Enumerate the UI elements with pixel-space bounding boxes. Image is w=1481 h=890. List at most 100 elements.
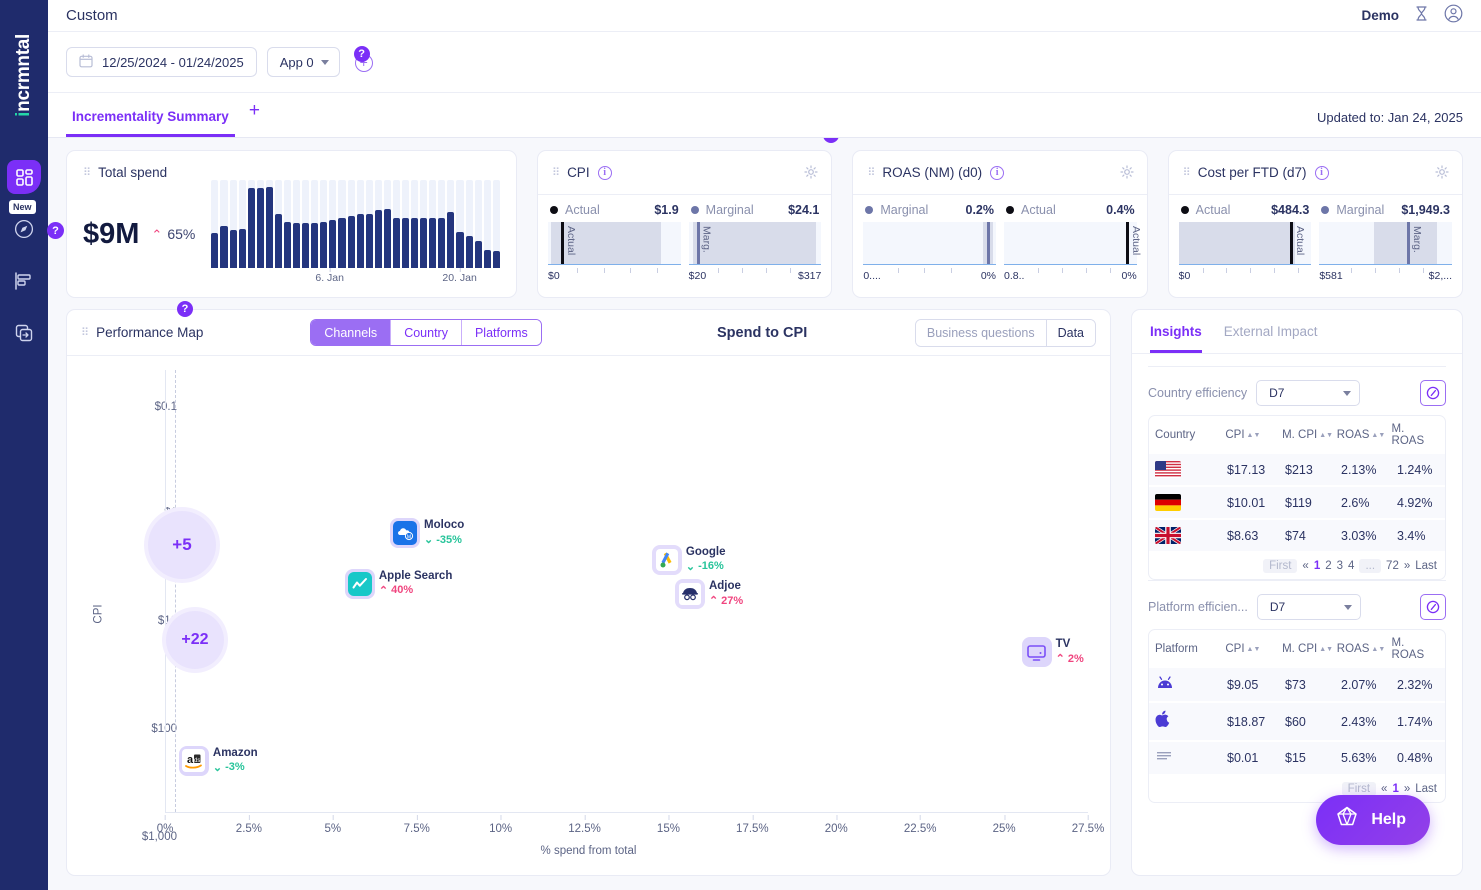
pagination-item[interactable]: Last [1415, 783, 1437, 795]
platform-window-select[interactable]: D7 [1257, 594, 1361, 620]
gear-icon[interactable] [804, 165, 818, 184]
pagination-item[interactable]: » [1404, 783, 1410, 795]
drag-handle-icon[interactable]: ⠿ [1183, 168, 1190, 178]
pagination-item[interactable]: Last [1415, 560, 1437, 572]
card-help-badge[interactable]: ? [823, 138, 839, 143]
info-icon[interactable]: i [598, 166, 612, 180]
date-range-picker[interactable]: 12/25/2024 - 01/24/2025 [66, 47, 257, 77]
platform-explore-button[interactable] [1420, 594, 1446, 620]
pagination-item[interactable]: « [1302, 560, 1308, 572]
spend-bar [402, 180, 409, 268]
segment-platforms[interactable]: Platforms [462, 320, 541, 345]
dist-axis: 0.8.. 0% [1004, 268, 1137, 287]
table-row[interactable]: $18.87 $60 2.43% 1.74% [1149, 703, 1445, 742]
info-icon[interactable]: i [1315, 166, 1329, 180]
segment-channels[interactable]: Channels [311, 320, 391, 345]
point-adjoe[interactable]: Adjoe ⌃ 27% [675, 579, 743, 609]
card-header: ⠿ Cost per FTD (d7) i [1169, 151, 1462, 195]
col-cpi[interactable]: CPI▲▼ [1225, 637, 1282, 661]
point-apple-search[interactable]: Apple Search ⌃ 40% [345, 569, 453, 599]
table-row[interactable]: $17.13 $213 2.13% 1.24% [1149, 454, 1445, 487]
pagination-item[interactable]: First [1263, 559, 1297, 573]
x-tick: 7.5% [404, 823, 430, 835]
pagination-item[interactable]: First [1342, 782, 1376, 796]
col-roas[interactable]: ROAS▲▼ [1337, 637, 1392, 661]
col-cpi[interactable]: CPI▲▼ [1225, 423, 1282, 447]
gear-icon[interactable] [1435, 165, 1449, 184]
hourglass-icon[interactable] [1413, 5, 1430, 27]
toggle-business-questions[interactable]: Business questions [916, 320, 1047, 346]
help-button[interactable]: Help [1316, 795, 1430, 845]
sidebar-help-badge[interactable]: ? [47, 222, 64, 239]
drag-handle-icon[interactable]: ⠿ [867, 168, 874, 178]
drag-handle-icon[interactable]: ⠿ [83, 168, 90, 178]
cluster-bubble[interactable]: +5 [148, 511, 216, 579]
pagination-item[interactable]: ... [1359, 559, 1381, 573]
table-row[interactable]: $0.01 $15 5.63% 0.48% [1149, 742, 1445, 776]
col-m-cpi[interactable]: M. CPI▲▼ [1282, 423, 1337, 447]
country-explore-button[interactable] [1420, 380, 1446, 406]
axis-min: $0 [1179, 270, 1191, 282]
cell-m-cpi: $73 [1285, 678, 1341, 692]
sidebar-item-reports[interactable] [7, 264, 41, 298]
segment-country[interactable]: Country [391, 320, 462, 345]
performance-help-badge[interactable]: ? [177, 301, 193, 317]
gear-icon[interactable] [1120, 165, 1134, 184]
legend: Actual $484.3 [1179, 203, 1312, 222]
table-row[interactable]: $10.01 $119 2.6% 4.92% [1149, 487, 1445, 520]
user-avatar-icon[interactable] [1444, 4, 1463, 28]
sidebar-item-integrations[interactable] [7, 316, 41, 350]
add-tab-button[interactable]: + [249, 100, 260, 130]
cell-m-roas: 0.48% [1397, 751, 1432, 765]
pagination-item[interactable]: 2 [1325, 560, 1331, 572]
point-amazon[interactable]: a ds Amazon ⌄ [179, 746, 258, 776]
drag-handle-icon[interactable]: ⠿ [81, 328, 88, 338]
point-delta: ⌃ 2% [1056, 652, 1084, 665]
pagination-item[interactable]: 72 [1386, 560, 1399, 572]
spend-bar [466, 180, 473, 268]
drag-handle-icon[interactable]: ⠿ [552, 168, 559, 178]
table-row[interactable]: $9.05 $73 2.07% 2.32% [1149, 668, 1445, 703]
card-title: Cost per FTD (d7) [1198, 165, 1307, 180]
sidebar-item-explore[interactable]: New [7, 212, 41, 246]
kpi-row: ⠿ Total spend $9M ⌃ 65% [66, 150, 1463, 298]
pagination-item[interactable]: 4 [1348, 560, 1354, 572]
cpi-body: Actual $1.9 Actual $0 [538, 195, 831, 297]
bottom-row: ⠿ Performance Map ? Channels Country Pla… [66, 309, 1463, 890]
sidebar-item-dashboard[interactable] [7, 160, 41, 194]
pagination-item[interactable]: 1 [1314, 560, 1320, 572]
cell-roas: 2.13% [1341, 463, 1397, 477]
x-tick: 0% [157, 823, 174, 835]
gb-flag [1155, 527, 1227, 544]
tab-incrementality-summary[interactable]: Incrementality Summary [66, 109, 235, 137]
country-window-select[interactable]: D7 [1256, 380, 1360, 406]
col-m-cpi[interactable]: M. CPI▲▼ [1282, 637, 1337, 661]
point-tv[interactable]: TV ⌃ 2% [1022, 637, 1084, 667]
plot-area[interactable]: +5 +22 M [165, 370, 1088, 813]
cluster-bubble[interactable]: +22 [166, 611, 224, 669]
tab-list: Incrementality Summary + [66, 93, 260, 137]
date-range-value: 12/25/2024 - 01/24/2025 [102, 55, 244, 70]
performance-map-card: ⠿ Performance Map ? Channels Country Pla… [66, 309, 1111, 876]
x-tick: 2.5% [236, 823, 262, 835]
spend-bar [211, 180, 218, 268]
app-selector[interactable]: App 0 [267, 47, 340, 77]
point-google[interactable]: Google ⌄ -16% [652, 545, 726, 575]
table-row[interactable]: $8.63 $74 3.03% 3.4% [1149, 520, 1445, 553]
pagination-item[interactable]: 3 [1337, 560, 1343, 572]
tab-external-impact[interactable]: External Impact [1224, 324, 1318, 353]
info-icon[interactable]: i [990, 166, 1004, 180]
toggle-data[interactable]: Data [1047, 320, 1095, 346]
zero-line [175, 370, 176, 812]
pagination-item[interactable]: » [1404, 560, 1410, 572]
point-moloco[interactable]: M Moloco ⌄ -35% [390, 518, 464, 548]
col-roas[interactable]: ROAS▲▼ [1337, 423, 1392, 447]
filter-help-badge[interactable]: ? [354, 46, 370, 62]
pagination-item[interactable]: 1 [1392, 783, 1398, 795]
legend-value: $1.9 [654, 203, 678, 217]
x-tick: 5% [325, 823, 342, 835]
account-name[interactable]: Demo [1361, 8, 1399, 23]
pagination-item[interactable]: « [1381, 783, 1387, 795]
spend-bar [375, 180, 382, 268]
tab-insights[interactable]: Insights [1150, 324, 1202, 353]
